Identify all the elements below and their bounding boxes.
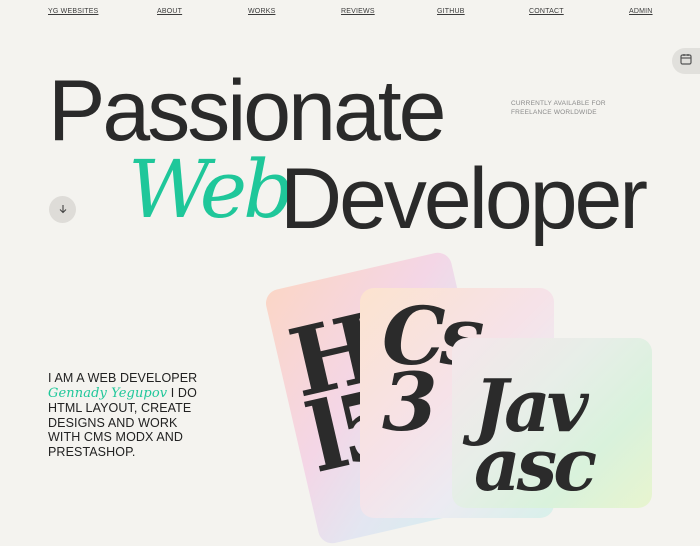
scroll-down-button[interactable] xyxy=(49,196,76,223)
nav-link-about[interactable]: ABOUT xyxy=(157,8,182,15)
hero-title-developer: Developer xyxy=(280,151,648,247)
availability-text: CURRENTLY AVAILABLE FOR FREELANCE WORLDW… xyxy=(511,100,606,116)
hero-title-web: Web xyxy=(128,143,294,236)
skill-card-javascript: Jav asc xyxy=(452,338,652,508)
nav-link-contact[interactable]: CONTACT xyxy=(529,8,564,15)
skill-card-javascript-text: Jav asc xyxy=(474,363,597,508)
top-navigation: YG WEBSITES ABOUT WORKS REVIEWS GITHUB C… xyxy=(48,8,652,18)
nav-link-yg-websites[interactable]: YG WEBSITES xyxy=(48,8,98,15)
nav-link-github[interactable]: GITHUB xyxy=(437,8,465,15)
intro-text-before: I AM A WEB DEVELOPER xyxy=(48,371,198,385)
side-widget-button[interactable] xyxy=(672,48,700,74)
developer-name: Gennady Yegupov xyxy=(48,385,168,401)
calendar-icon xyxy=(680,52,692,70)
nav-link-works[interactable]: WORKS xyxy=(248,8,275,15)
arrow-down-icon xyxy=(58,201,68,219)
nav-link-admin[interactable]: ADMIN xyxy=(629,8,653,15)
nav-link-reviews[interactable]: REVIEWS xyxy=(341,8,375,15)
intro-paragraph: I AM A WEB DEVELOPER Gennady Yegupov I D… xyxy=(48,371,208,459)
hero-title-passionate: Passionate xyxy=(48,63,447,159)
